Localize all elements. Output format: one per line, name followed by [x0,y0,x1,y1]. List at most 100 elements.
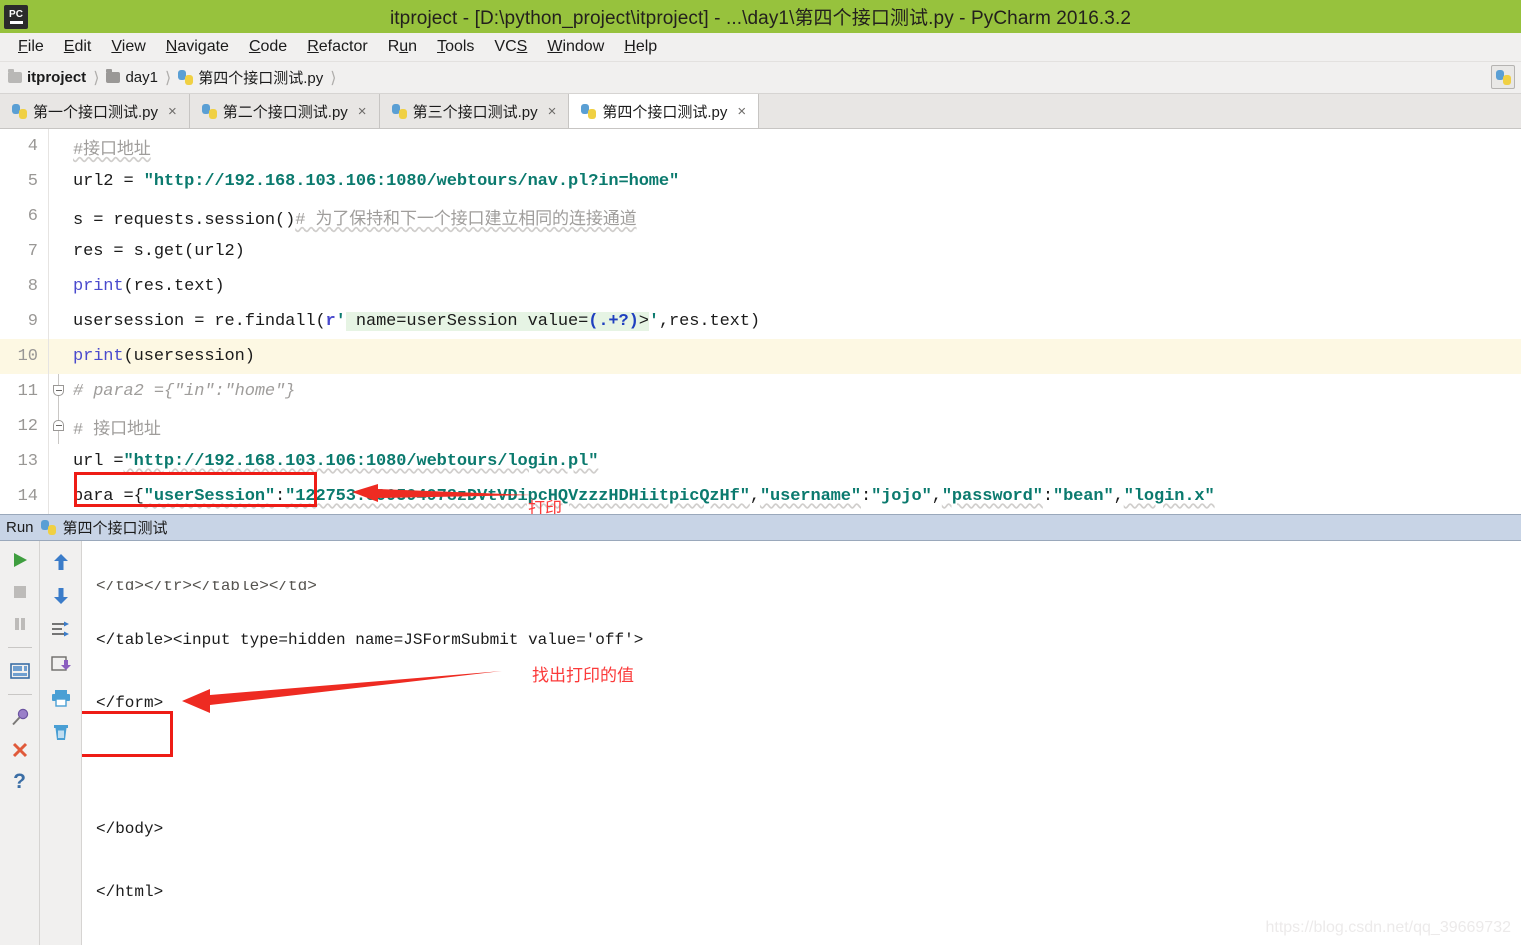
menu-tools[interactable]: Tools [427,36,484,58]
code-content: s = requests.session()# 为了保持和下一个接口建立相同的连… [73,210,637,230]
code-line-11: 11 # para2 ={"in":"home"} [0,374,1521,409]
menu-run[interactable]: Run [378,36,427,58]
export-icon[interactable] [50,653,72,675]
console-line: </form> [96,694,164,712]
menu-code[interactable]: Code [239,36,297,58]
close-icon[interactable]: × [737,103,746,120]
menu-edit[interactable]: Edit [54,36,102,58]
pin-icon[interactable] [9,707,31,729]
run-control-toolbar: ? [0,541,40,945]
close-icon[interactable]: × [548,103,557,120]
code-line-10: 10 print(usersession) [0,339,1521,374]
run-tool-window: ? </td></tr></table></td> </table><input… [0,541,1521,945]
breadcrumb-label: itproject [27,69,87,86]
close-icon[interactable] [9,739,31,761]
window-title: itproject - [D:\python_project\itproject… [389,8,1132,29]
python-file-icon [581,103,597,119]
breadcrumb-separator: ⟩ [164,69,172,87]
line-number: 8 [27,277,38,296]
code-content: # para2 ={"in":"home"} [73,382,296,401]
title-bar: PC itproject - [D:\python_project\itproj… [0,0,1521,33]
code-line-9: 9 usersession = re.findall(r' name=userS… [0,304,1521,339]
python-file-icon [40,520,56,535]
breadcrumb: itproject ⟩ day1 ⟩ 第四个接口测试.py ⟩ [0,62,1521,94]
tab-label: 第三个接口测试.py [412,103,538,121]
line-number: 9 [27,312,38,331]
close-icon[interactable]: × [168,103,177,120]
menu-bar: FFileile Edit View Navigate Code Refacto… [0,33,1521,62]
python-file-icon [1495,69,1511,85]
menu-file[interactable]: FFileile [8,36,54,58]
console-toolbar [40,541,82,945]
up-arrow-icon[interactable] [50,551,72,573]
line-number: 14 [17,487,38,506]
menu-window[interactable]: Window [537,36,614,58]
editor-tab-bar: 第一个接口测试.py × 第二个接口测试.py × 第三个接口测试.py × 第… [0,94,1521,129]
line-number: 13 [17,452,38,471]
console-line: </html> [96,883,164,901]
tab-label: 第四个接口测试.py [602,103,728,121]
python-file-icon [391,103,407,119]
code-line-13: 13 url ="http://192.168.103.106:1080/web… [0,444,1521,479]
soft-wrap-icon[interactable] [50,619,72,641]
highlight-box-printed-value [82,711,173,757]
run-tool-window-header[interactable]: Run 第四个接口测试 [0,514,1521,541]
breadcrumb-label: day1 [125,69,158,86]
code-line-8: 8 print(res.text) [0,269,1521,304]
annotation-print-label: 打印 [528,499,562,514]
rerun-icon[interactable] [9,549,31,571]
tab-file-2[interactable]: 第二个接口测试.py × [189,94,380,128]
code-editor[interactable]: 4 #接口地址 5 url2 = "http://192.168.103.106… [0,129,1521,514]
tab-file-4[interactable]: 第四个接口测试.py × [569,94,760,128]
trash-icon[interactable] [50,721,72,743]
breadcrumb-item-itproject[interactable]: itproject [8,69,86,86]
code-content: # 接口地址 [73,420,161,440]
code-line-5: 5 url2 = "http://192.168.103.106:1080/we… [0,164,1521,199]
code-content: print(res.text) [73,277,225,296]
code-fold-marker[interactable] [53,385,64,396]
menu-navigate[interactable]: Navigate [156,36,239,58]
python-file-icon [201,103,217,119]
layout-settings-icon[interactable] [9,660,31,682]
code-content: url ="http://192.168.103.106:1080/webtou… [73,452,599,471]
code-content: #接口地址 [73,140,151,160]
code-line-4: 4 #接口地址 [0,129,1521,164]
console-line: </table><input type=hidden name=JSFormSu… [96,631,644,649]
code-line-14: 14 para ={"userSession":"122753.59959497… [0,479,1521,514]
run-config-name: 第四个接口测试 [62,520,168,537]
breadcrumb-item-file[interactable]: 第四个接口测试.py [178,67,323,88]
console-line: </td></tr></table></td> [96,581,317,591]
pause-icon[interactable] [9,613,31,635]
help-icon[interactable]: ? [9,770,31,793]
tab-file-3[interactable]: 第三个接口测试.py × [379,94,570,128]
tab-label: 第一个接口测试.py [33,103,159,121]
line-number: 6 [27,207,38,226]
breadcrumb-item-day1[interactable]: day1 [106,69,158,86]
tab-file-1[interactable]: 第一个接口测试.py × [0,94,190,128]
pycharm-window: PC itproject - [D:\python_project\itproj… [0,0,1521,945]
line-number: 11 [17,382,38,401]
down-arrow-icon[interactable] [50,585,72,607]
console-output[interactable]: </td></tr></table></td> </table><input t… [82,541,1521,945]
menu-help[interactable]: Help [614,36,667,58]
close-icon[interactable]: × [358,103,367,120]
line-number: 12 [17,417,38,436]
tab-label: 第二个接口测试.py [222,103,348,121]
print-icon[interactable] [50,687,72,709]
toolbar-divider [7,694,32,695]
menu-vcs[interactable]: VCS [484,36,537,58]
menu-view[interactable]: View [101,36,155,58]
menu-refactor[interactable]: Refactor [297,36,377,58]
code-line-7: 7 res = s.get(url2) [0,234,1521,269]
python-file-icon [12,103,27,119]
code-line-12: 12 # 接口地址 [0,409,1521,444]
code-line-6: 6 s = requests.session()# 为了保持和下一个接口建立相同… [0,199,1521,234]
python-console-button[interactable] [1491,65,1515,89]
python-file-icon [178,70,194,85]
code-fold-marker[interactable] [53,420,64,431]
code-content: para ={"userSession":"122753.599594978zD… [73,487,1215,506]
breadcrumb-separator: ⟩ [93,69,100,87]
stop-icon[interactable] [9,581,31,603]
toolbar-divider [7,647,32,648]
